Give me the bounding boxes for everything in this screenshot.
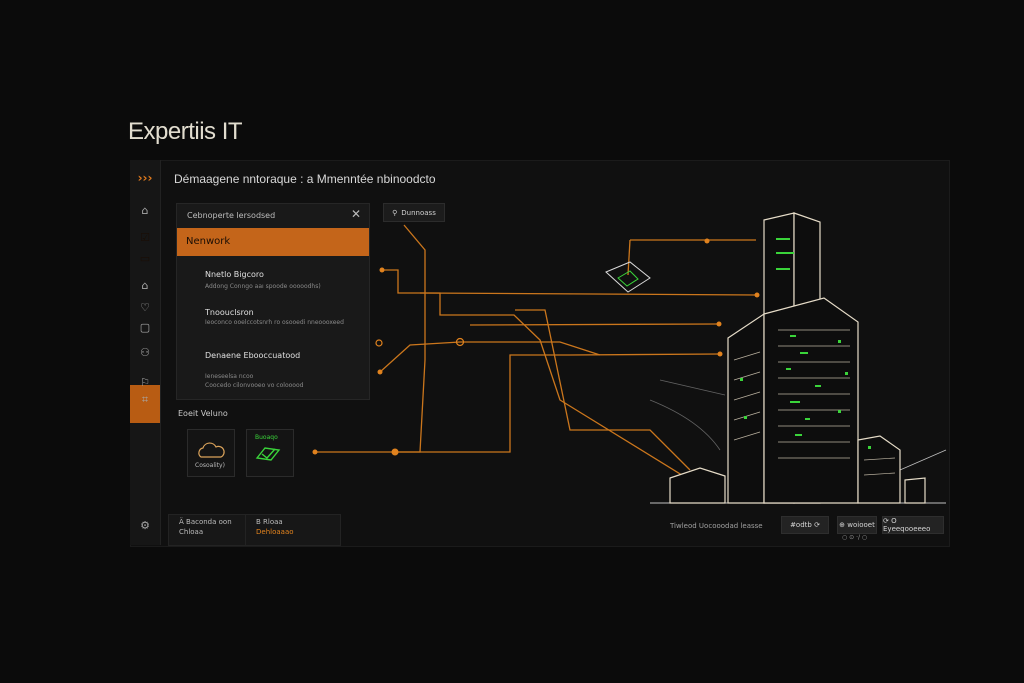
network-nodes	[312, 238, 760, 487]
server-building	[669, 212, 926, 504]
network-lines	[315, 224, 758, 485]
network-illustration	[312, 212, 947, 504]
